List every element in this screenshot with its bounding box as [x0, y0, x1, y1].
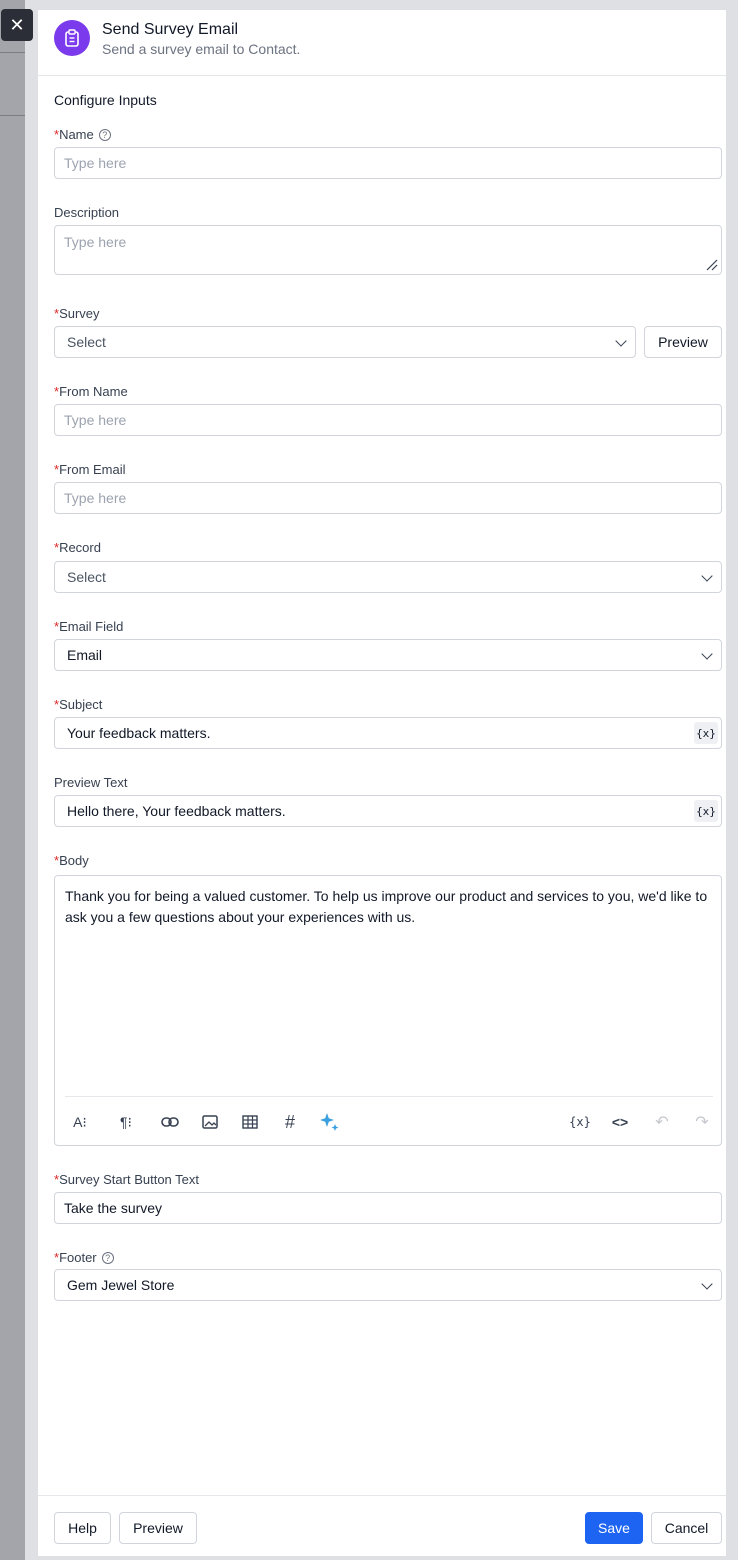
start-button-text-value: Take the survey [64, 1200, 163, 1216]
email-field-label: *Email Field [54, 619, 124, 634]
help-icon[interactable]: ? [101, 1251, 114, 1264]
name-placeholder: Type here [64, 155, 127, 171]
from-email-placeholder: Type here [64, 490, 127, 506]
name-label: *Name ? [54, 127, 111, 142]
editor-toolbar: A⁝ ¶⁝ # {x} <> ↶ ↷ [65, 1096, 713, 1146]
drawer-subtitle: Send a survey email to Contact. [102, 41, 301, 57]
image-icon[interactable] [199, 1111, 221, 1133]
preview-text-value: Hello there, Your feedback matters. [67, 803, 286, 819]
close-icon: ✕ [9, 14, 25, 35]
section-title: Configure Inputs [54, 92, 157, 108]
from-name-placeholder: Type here [64, 412, 127, 428]
variable-picker-button[interactable]: {x} [694, 722, 718, 744]
record-label: *Record [54, 540, 101, 555]
email-field-select[interactable]: Email [54, 639, 722, 671]
send-survey-email-drawer: Send Survey Email Send a survey email to… [38, 10, 726, 1556]
footer-select[interactable]: Gem Jewel Store [54, 1269, 722, 1301]
from-name-label: *From Name [54, 384, 128, 399]
survey-preview-button[interactable]: Preview [644, 326, 722, 358]
survey-select[interactable]: Select [54, 326, 636, 358]
chevron-down-icon [701, 570, 713, 582]
description-label: Description [54, 205, 120, 220]
help-button[interactable]: Help [54, 1512, 111, 1544]
drawer-header: Send Survey Email Send a survey email to… [38, 10, 726, 76]
hash-icon[interactable]: # [279, 1111, 301, 1133]
clipboard-icon [54, 20, 90, 56]
table-icon[interactable] [239, 1111, 261, 1133]
redo-icon[interactable]: ↷ [691, 1111, 713, 1133]
paragraph-icon[interactable]: ¶⁝ [115, 1111, 137, 1133]
survey-label: *Survey [54, 306, 100, 321]
chevron-down-icon [615, 335, 627, 347]
email-field-value: Email [67, 647, 103, 663]
subject-input[interactable]: Your feedback matters. {x} [54, 717, 722, 749]
body-label: *Body [54, 853, 89, 868]
ai-sparkle-icon[interactable] [319, 1111, 341, 1133]
save-button[interactable]: Save [585, 1512, 643, 1544]
text-size-icon[interactable]: A⁝ [69, 1111, 91, 1133]
survey-select-value: Select [67, 334, 106, 350]
preview-button[interactable]: Preview [119, 1512, 197, 1544]
subject-label: *Subject [54, 697, 103, 712]
variable-icon[interactable]: {x} [569, 1111, 591, 1133]
drawer-title: Send Survey Email [102, 21, 239, 38]
drawer-footer: Help Preview Save Cancel [38, 1495, 726, 1556]
body-editor[interactable]: Thank you for being a valued customer. T… [54, 875, 722, 1146]
cancel-button[interactable]: Cancel [651, 1512, 722, 1544]
description-placeholder: Type here [64, 234, 127, 250]
help-icon[interactable]: ? [98, 128, 111, 141]
footer-select-value: Gem Jewel Store [67, 1277, 175, 1293]
record-select-value: Select [67, 569, 106, 585]
preview-text-input[interactable]: Hello there, Your feedback matters. {x} [54, 795, 722, 827]
footer-label: *Footer ? [54, 1250, 114, 1265]
preview-text-label: Preview Text [54, 775, 128, 790]
from-email-input[interactable]: Type here [54, 482, 722, 514]
chevron-down-icon [701, 1278, 713, 1290]
description-textarea[interactable]: Type here [54, 225, 722, 275]
start-button-text-label: *Survey Start Button Text [54, 1172, 200, 1187]
resize-handle-icon[interactable] [706, 259, 718, 271]
subject-value: Your feedback matters. [67, 725, 211, 741]
record-select[interactable]: Select [54, 561, 722, 593]
close-drawer-button[interactable]: ✕ [1, 9, 33, 41]
code-icon[interactable]: <> [609, 1111, 631, 1133]
from-email-label: *From Email [54, 462, 126, 477]
link-icon[interactable] [159, 1111, 181, 1133]
from-name-input[interactable]: Type here [54, 404, 722, 436]
body-text[interactable]: Thank you for being a valued customer. T… [65, 886, 713, 928]
name-input[interactable]: Type here [54, 147, 722, 179]
start-button-text-input[interactable]: Take the survey [54, 1192, 722, 1224]
chevron-down-icon [701, 648, 713, 660]
variable-picker-button[interactable]: {x} [694, 800, 718, 822]
undo-icon[interactable]: ↶ [651, 1111, 673, 1133]
